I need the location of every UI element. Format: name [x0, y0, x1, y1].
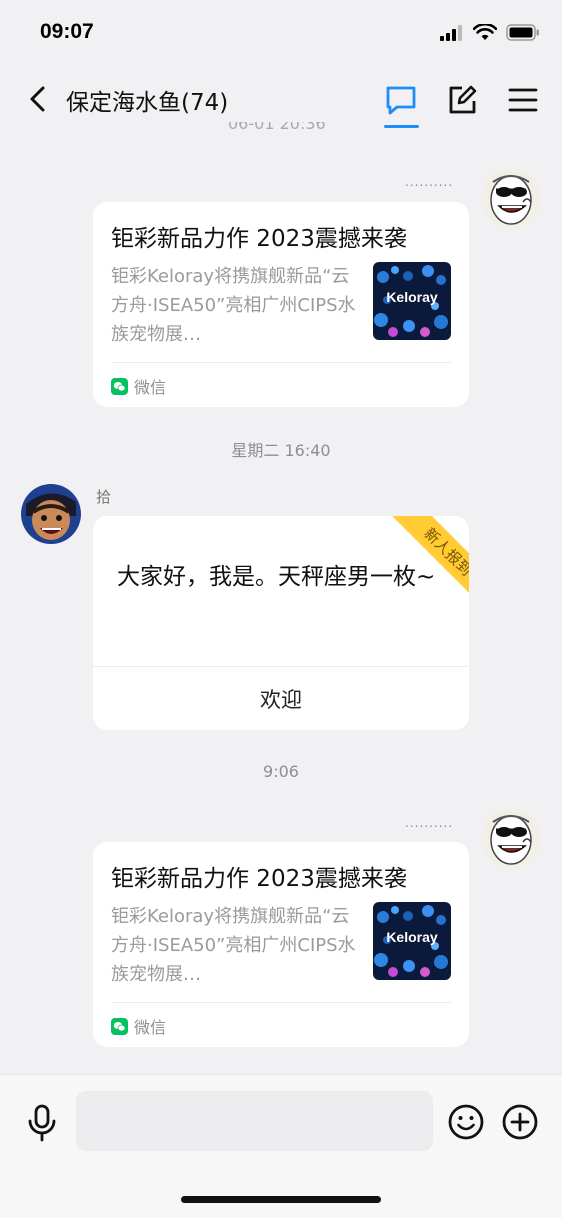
voice-button[interactable] — [24, 1103, 60, 1143]
article-title: 钜彩新品力作 2023震撼来袭 — [111, 866, 407, 892]
status-icons — [440, 24, 540, 41]
edit-button[interactable] — [442, 80, 482, 120]
message-input[interactable] — [76, 1091, 433, 1151]
back-button[interactable] — [22, 82, 52, 116]
article-thumbnail: Keloray — [373, 262, 451, 340]
card-divider — [111, 1002, 451, 1003]
chat-tab-indicator — [384, 125, 419, 128]
emoji-icon — [448, 1104, 484, 1140]
article-thumbnail: Keloray — [373, 902, 451, 980]
menu-icon — [508, 88, 538, 112]
more-dots[interactable]: .......... — [405, 817, 453, 829]
sender-name: 拾 — [96, 488, 112, 506]
clipped-timestamp: 06-01 20:36 — [228, 122, 326, 133]
chat-tab-icon — [386, 86, 416, 115]
thumbnail-logo: Keloray — [386, 929, 438, 945]
timestamp: 9:06 — [263, 762, 299, 781]
chat-title: 保定海水鱼(74) — [66, 90, 229, 116]
intro-text: 大家好，我是。天秤座男一枚~ — [117, 564, 436, 590]
article-source: 微信 — [111, 374, 166, 398]
sender-avatar[interactable] — [21, 484, 81, 544]
microphone-icon — [28, 1104, 56, 1142]
intro-message-card: 新人报到 大家好，我是。天秤座男一枚~ 欢迎 — [93, 516, 469, 730]
signal-icon — [440, 24, 462, 41]
shared-article-card[interactable]: 钜彩新品力作 2023震撼来袭 钜彩Keloray将携旗舰新品“云方舟·ISEA… — [93, 842, 469, 1047]
my-avatar[interactable] — [481, 808, 541, 868]
menu-button[interactable] — [503, 80, 543, 120]
more-dots[interactable]: .......... — [405, 176, 453, 188]
card-divider — [111, 362, 451, 363]
edit-icon — [449, 85, 477, 114]
thumbnail-logo: Keloray — [386, 289, 438, 305]
more-button[interactable] — [501, 1103, 539, 1141]
wechat-icon — [111, 377, 128, 395]
source-label: 微信 — [134, 378, 167, 397]
home-indicator[interactable] — [181, 1196, 381, 1203]
plus-icon — [502, 1104, 538, 1140]
back-icon — [30, 86, 45, 112]
timestamp: 星期二 16:40 — [231, 441, 331, 460]
article-description: 钜彩Keloray将携旗舰新品“云方舟·ISEA50”亮相广州CIPS水族宠物展… — [111, 906, 356, 985]
my-avatar[interactable] — [481, 168, 541, 228]
source-label: 微信 — [134, 1018, 167, 1037]
article-source: 微信 — [111, 1014, 166, 1038]
wifi-icon — [473, 24, 497, 40]
status-time: 09:07 — [40, 20, 94, 43]
article-description: 钜彩Keloray将携旗舰新品“云方舟·ISEA50”亮相广州CIPS水族宠物展… — [111, 266, 356, 345]
article-title: 钜彩新品力作 2023震撼来袭 — [111, 226, 407, 252]
welcome-button[interactable]: 欢迎 — [93, 667, 469, 730]
wechat-icon — [111, 1017, 128, 1035]
status-bar: 09:07 — [0, 0, 562, 68]
battery-icon — [506, 24, 539, 41]
shared-article-card[interactable]: 钜彩新品力作 2023震撼来袭 钜彩Keloray将携旗舰新品“云方舟·ISEA… — [93, 202, 469, 407]
emoji-button[interactable] — [447, 1103, 485, 1141]
chat-tab-button[interactable] — [381, 80, 421, 120]
